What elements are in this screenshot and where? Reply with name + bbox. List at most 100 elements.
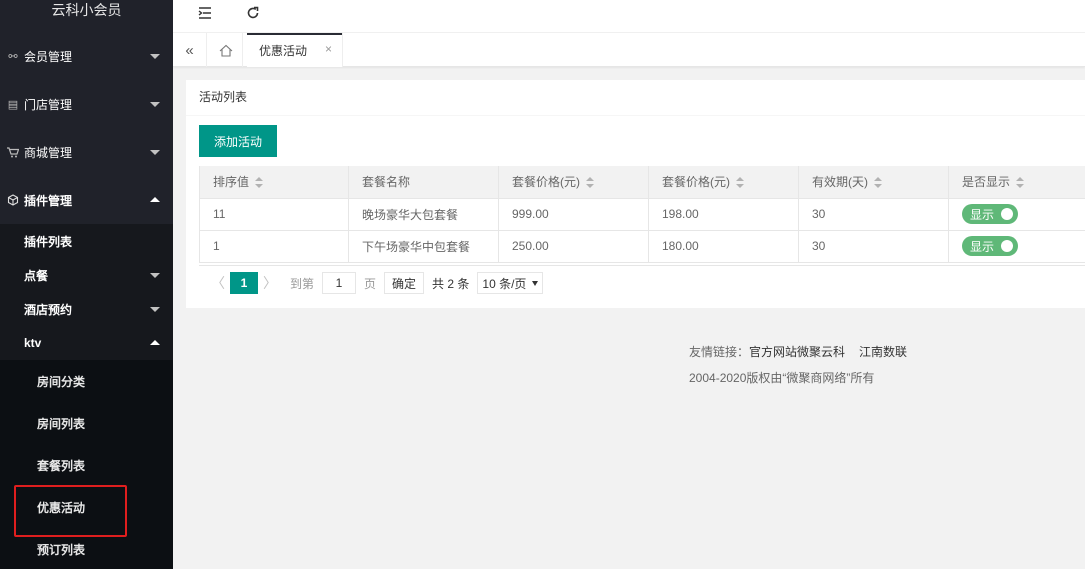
refresh-icon[interactable] (241, 3, 265, 23)
sidebar-item-label: 门店管理 (24, 97, 73, 112)
sidebar-item-hotel[interactable]: 酒店预约 (0, 292, 173, 326)
column-header[interactable]: 有效期(天) (798, 166, 949, 199)
sidebar-item-label: 会员管理 (24, 49, 73, 64)
footer-copyright: 2004-2020版权由“微聚商网络”所有 (689, 371, 875, 385)
pagination-bar: 〈 1 〉 到第 页 确定 共 2 条 10 条/页 (199, 265, 1085, 299)
close-icon[interactable]: × (325, 42, 332, 56)
tabs-scroll-left-icon[interactable]: « (173, 33, 207, 67)
top-header (173, 0, 1085, 33)
table-cell: 1 (199, 229, 349, 263)
table-cell: 180.00 (648, 229, 799, 263)
page-size-value: 10 条/页 (482, 276, 527, 291)
menu-collapse-icon[interactable] (193, 3, 217, 23)
sidebar-item-label: 优惠活动 (37, 500, 86, 515)
sidebar-item-label: ktv (24, 336, 42, 350)
link-icon: ⚯ (8, 50, 18, 63)
chevron-down-icon (150, 54, 160, 59)
toggle-knob (1001, 208, 1013, 220)
footer-link-jiangnan[interactable]: 江南数联 (859, 345, 907, 359)
sort-icon[interactable] (736, 177, 744, 189)
sort-icon[interactable] (255, 177, 264, 189)
toggle-label: 显示 (970, 239, 995, 254)
brand-logo: 云科小会员 (51, 2, 122, 18)
sidebar-item-room-category[interactable]: 房间分类 (0, 360, 173, 402)
column-header: 套餐名称 (348, 166, 499, 199)
footer-links-label: 友情链接： (689, 345, 750, 359)
sidebar-item-label: 预订列表 (37, 542, 86, 557)
sidebar-item-label: 房间列表 (37, 416, 86, 431)
sidebar-item-mall[interactable]: 商城管理 (0, 128, 173, 176)
card-title: 活动列表 (186, 80, 1085, 116)
column-header[interactable]: 套餐价格(元) (498, 166, 649, 199)
chevron-down-icon (150, 102, 160, 107)
table-cell: 30 (798, 197, 949, 231)
sidebar-item-label: 点餐 (24, 268, 49, 283)
table-row: 1 下午场豪华中包套餐 250.00 180.00 30 显示 (199, 229, 1085, 263)
tabs-bar: « 优惠活动 × (173, 33, 1085, 67)
activity-table: 排序值 套餐名称 套餐价格(元) 套餐价格(元) 有效期(天) 是否显示 11 … (199, 166, 1085, 263)
total-count: 共 2 条 (432, 276, 470, 291)
sidebar-item-room-list[interactable]: 房间列表 (0, 402, 173, 444)
table-cell: 显示 (948, 229, 1085, 263)
store-icon: ▤ (7, 98, 19, 111)
sidebar-item-ordering[interactable]: 点餐 (0, 258, 173, 292)
sort-icon[interactable] (1016, 177, 1025, 189)
column-header[interactable]: 排序值 (199, 166, 349, 199)
table-row: 11 晚场豪华大包套餐 999.00 198.00 30 显示 (199, 197, 1085, 231)
sidebar-item-label: 酒店预约 (24, 302, 73, 317)
display-toggle[interactable]: 显示 (962, 204, 1018, 224)
sort-icon[interactable] (874, 177, 882, 189)
sidebar-item-package-list[interactable]: 套餐列表 (0, 444, 173, 486)
page-size-select[interactable]: 10 条/页 (477, 272, 544, 294)
table-cell: 显示 (948, 197, 1085, 231)
footer: 友情链接：官方网站微聚云科 江南数联 2004-2020版权由“微聚商网络”所有 (689, 339, 921, 391)
tab-label: 优惠活动 (259, 43, 308, 58)
chevron-down-icon (150, 307, 160, 312)
sidebar-item-plugin-list[interactable]: 插件列表 (0, 224, 173, 258)
display-toggle[interactable]: 显示 (962, 236, 1018, 256)
goto-suffix: 页 (364, 276, 377, 291)
sidebar-item-member[interactable]: ⚯ 会员管理 (0, 32, 173, 80)
goto-prefix: 到第 (290, 276, 315, 291)
table-cell: 250.00 (498, 229, 649, 263)
footer-link-official[interactable]: 官方网站微聚云科 (749, 345, 845, 359)
table-cell: 下午场豪华中包套餐 (348, 229, 499, 263)
prev-page-icon[interactable]: 〈 (206, 273, 230, 293)
chevron-up-icon (150, 340, 160, 345)
pagination: 〈 1 〉 到第 页 确定 共 2 条 10 条/页 (206, 272, 544, 294)
column-header[interactable]: 是否显示 (948, 166, 1085, 199)
table-cell: 198.00 (648, 197, 799, 231)
sidebar-item-promotions[interactable]: 优惠活动 (0, 486, 173, 528)
tab-promotions[interactable]: 优惠活动 × (247, 33, 343, 67)
table-cell: 11 (199, 197, 349, 231)
next-page-icon[interactable]: 〉 (258, 273, 282, 293)
chevron-down-icon (150, 273, 160, 278)
add-activity-button[interactable]: 添加活动 (199, 125, 277, 157)
toggle-knob (1001, 240, 1013, 252)
sidebar-item-label: 套餐列表 (37, 458, 86, 473)
sidebar-item-bookings[interactable]: 预订列表 (0, 528, 173, 569)
cube-icon (6, 194, 20, 206)
table-cell: 晚场豪华大包套餐 (348, 197, 499, 231)
sort-icon[interactable] (586, 177, 594, 189)
sidebar-item-plugin[interactable]: 插件管理 (0, 176, 173, 224)
plugin-submenu: 插件列表 点餐 酒店预约 ktv 房间分类 房间列表 套餐列表 优惠活动 预订列… (0, 224, 173, 569)
home-icon[interactable] (209, 33, 243, 67)
activity-card: 活动列表 添加活动 排序值 套餐名称 套餐价格(元) 套餐价格(元) 有效期(天… (186, 80, 1085, 308)
footer-links: 友情链接：官方网站微聚云科 江南数联 (689, 339, 921, 365)
chevron-down-icon (532, 280, 539, 286)
table-cell: 30 (798, 229, 949, 263)
chevron-up-icon (150, 197, 160, 202)
current-page[interactable]: 1 (230, 272, 258, 294)
sidebar-item-ktv[interactable]: ktv (0, 326, 173, 360)
sidebar-item-store[interactable]: ▤ 门店管理 (0, 80, 173, 128)
sidebar-item-label: 插件管理 (24, 193, 73, 208)
sidebar-item-label: 商城管理 (24, 145, 73, 160)
column-header[interactable]: 套餐价格(元) (648, 166, 799, 199)
table-cell: 999.00 (498, 197, 649, 231)
goto-page-input[interactable] (322, 272, 357, 294)
ktv-submenu: 房间分类 房间列表 套餐列表 优惠活动 预订列表 (0, 360, 173, 569)
sidebar-item-label: 房间分类 (37, 374, 86, 389)
goto-confirm-button[interactable]: 确定 (384, 272, 425, 294)
chevron-down-icon (150, 150, 160, 155)
